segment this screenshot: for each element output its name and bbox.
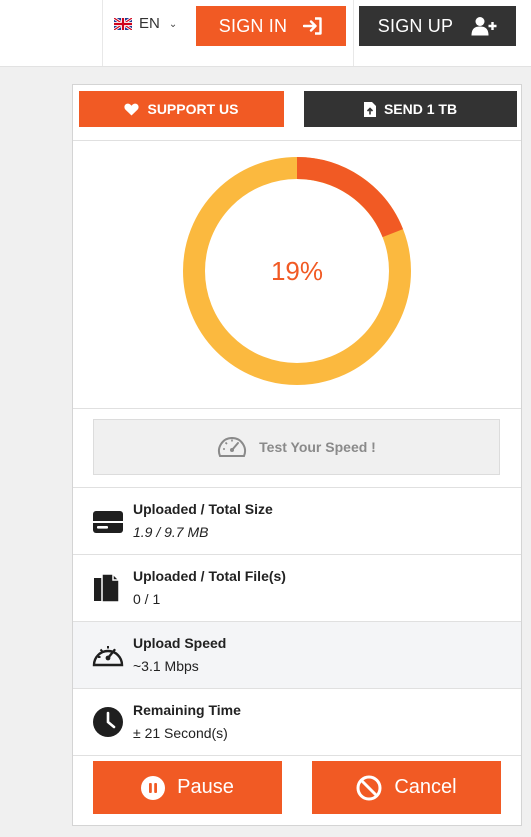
sign-in-button[interactable]: SIGN IN xyxy=(196,6,346,46)
add-user-icon xyxy=(471,17,497,36)
support-us-label: SUPPORT US xyxy=(147,101,239,117)
stat-total-size-label: Uploaded / Total Size xyxy=(133,501,273,517)
header-divider xyxy=(353,0,354,66)
pause-label: Pause xyxy=(177,776,234,798)
speedometer-icon xyxy=(92,646,124,667)
speed-test-row: Test Your Speed ! xyxy=(73,409,521,488)
heart-icon xyxy=(124,103,140,116)
upload-panel: SUPPORT US SEND 1 TB 19% Test Your Speed… xyxy=(72,84,522,826)
stat-upload-speed-label: Upload Speed xyxy=(133,635,227,651)
file-upload-icon xyxy=(363,101,376,117)
uk-flag-icon xyxy=(114,18,132,30)
support-us-button[interactable]: SUPPORT US xyxy=(79,91,284,127)
progress-ring: 19% xyxy=(183,157,411,385)
stat-total-files-value: 0 / 1 xyxy=(133,591,161,607)
cancel-button[interactable]: Cancel xyxy=(312,761,501,814)
sign-in-icon xyxy=(303,17,322,35)
stat-upload-speed-value: ~3.1 Mbps xyxy=(133,658,199,674)
speedometer-icon xyxy=(218,437,247,457)
pause-button[interactable]: Pause xyxy=(93,761,282,814)
sign-up-label: SIGN UP xyxy=(377,15,454,36)
chevron-down-icon: ⌄ xyxy=(168,19,178,30)
test-speed-button[interactable]: Test Your Speed ! xyxy=(93,419,500,475)
cancel-icon xyxy=(356,775,382,800)
send-1tb-label: SEND 1 TB xyxy=(383,101,458,117)
progress-percent: 19% xyxy=(271,256,323,286)
stat-total-files-label: Uploaded / Total File(s) xyxy=(133,568,286,584)
stat-remaining-time: Remaining Time ± 21 Second(s) xyxy=(73,689,521,756)
stat-upload-speed: Upload Speed ~3.1 Mbps xyxy=(73,622,521,689)
language-selector[interactable]: EN ⌄ xyxy=(102,0,190,66)
sign-in-label: SIGN IN xyxy=(218,15,288,36)
stat-remaining-time-value: ± 21 Second(s) xyxy=(133,725,228,741)
top-header: EN ⌄ SIGN IN SIGN UP xyxy=(0,0,531,67)
stat-total-size-value: 1.9 / 9.7 MB xyxy=(133,524,209,540)
panel-actions-row: SUPPORT US SEND 1 TB xyxy=(73,85,521,141)
stat-total-files: Uploaded / Total File(s) 0 / 1 xyxy=(73,555,521,622)
progress-section: 19% xyxy=(73,141,521,409)
pause-icon xyxy=(141,775,166,800)
language-code: EN xyxy=(139,15,160,32)
upload-controls: Pause Cancel xyxy=(73,756,521,826)
send-1tb-button[interactable]: SEND 1 TB xyxy=(304,91,517,127)
cancel-label: Cancel xyxy=(394,776,457,798)
test-speed-label: Test Your Speed ! xyxy=(259,439,376,455)
drive-icon xyxy=(93,511,123,533)
files-icon xyxy=(94,573,120,603)
stat-remaining-time-label: Remaining Time xyxy=(133,702,241,718)
clock-icon xyxy=(93,707,123,737)
sign-up-button[interactable]: SIGN UP xyxy=(359,6,516,46)
stat-total-size: Uploaded / Total Size 1.9 / 9.7 MB xyxy=(73,488,521,555)
